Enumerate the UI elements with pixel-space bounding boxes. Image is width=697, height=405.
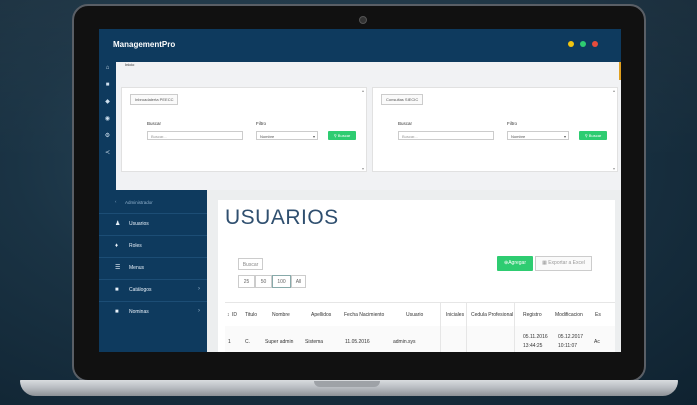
brand-logo: ManagementPro	[113, 40, 176, 49]
sort-icon[interactable]: ↕	[227, 312, 230, 318]
sidebar-item-catalogos[interactable]: ■ Catálogos ›	[99, 279, 207, 301]
cell-apellidos: Sistema	[305, 339, 324, 345]
cell-mod-date: 05.12.2017	[558, 334, 584, 340]
cell-titulo: C.	[245, 339, 250, 345]
sidebar-item-label: Roles	[129, 243, 142, 249]
users-icon: ♟	[115, 221, 121, 227]
col-cedula[interactable]: Cedula Profesional	[471, 312, 513, 318]
users-card: USUARIOS Buscar 25 50 100 All ⊕Agregar ▦…	[218, 200, 615, 352]
sidebar-item-label: Usuarios	[129, 221, 149, 227]
scroll-down-icon[interactable]: ▾	[362, 166, 364, 171]
menu-icon: ☰	[115, 265, 121, 271]
green-dot-icon[interactable]	[580, 41, 586, 47]
sidebar-item-nominas[interactable]: ■ Nominas ›	[99, 301, 207, 323]
upper-panel-area: Inicio Inbroadalerta PEECC Buscar Buscar…	[116, 62, 621, 190]
sidebar-item-usuarios[interactable]: ♟ Usuarios	[99, 213, 207, 235]
table-header: ↕ ID Titulo Nombre Apellidos Fecha Nacim…	[225, 302, 615, 328]
divider	[514, 302, 515, 352]
scroll-accent	[619, 62, 621, 80]
document-icon[interactable]: ■	[104, 82, 111, 89]
page-title: USUARIOS	[225, 206, 339, 229]
cell-estado: Ac	[594, 339, 600, 345]
page-size-100[interactable]: 100	[272, 275, 291, 288]
cell-registro-time: 13:44:25	[523, 343, 543, 349]
page-size-25[interactable]: 25	[238, 275, 255, 288]
book-icon: ■	[115, 309, 119, 315]
filtro-select[interactable]: Nombre ▾	[256, 131, 318, 140]
search-button[interactable]: ⚲ Buscar	[328, 131, 356, 140]
role-icon: ♦	[115, 243, 119, 249]
sidebar-item-roles[interactable]: ♦ Roles	[99, 235, 207, 257]
panel-tag[interactable]: Consultas SIECIC	[381, 94, 424, 105]
gear-icon[interactable]: ⚙	[104, 133, 111, 140]
home-icon[interactable]: ⌂	[104, 65, 111, 72]
export-excel-button[interactable]: ▦ Exportar a Excel	[535, 256, 592, 271]
divider	[466, 302, 467, 352]
sidebar-item-label: Nominas	[129, 309, 149, 315]
col-iniciales[interactable]: Iniciales	[446, 312, 464, 318]
screen: ManagementPro ⌂ ■ ◆ ◉ ⚙ ≺ Inicio Inbroad…	[99, 29, 621, 352]
col-id[interactable]: ID	[232, 312, 237, 318]
cell-nombre: Super admin	[265, 339, 294, 345]
search-button[interactable]: ⚲ Buscar	[579, 131, 607, 140]
scroll-up-icon[interactable]: ▴	[362, 88, 364, 93]
cell-registro-date: 05.11.2016	[523, 334, 548, 340]
folder-icon: ■	[115, 287, 119, 293]
chevron-left-icon: ‹	[115, 199, 117, 204]
add-button[interactable]: ⊕Agregar	[497, 256, 533, 271]
col-nombre[interactable]: Nombre	[272, 312, 290, 318]
col-usuario[interactable]: Usuario	[406, 312, 423, 318]
camera-icon	[359, 16, 367, 24]
panel-tag[interactable]: Inbroadalerta PEECC	[130, 94, 179, 105]
col-titulo[interactable]: Titulo	[245, 312, 257, 318]
main-sidebar: ‹ Administrador ♟ Usuarios ♦ Roles ☰ Men…	[99, 190, 207, 352]
top-header: ManagementPro	[99, 29, 621, 62]
file-icon: ▦	[542, 260, 547, 266]
share-icon[interactable]: ≺	[104, 150, 111, 157]
cell-mod-time: 10:11:07	[558, 343, 578, 349]
globe-icon[interactable]: ◉	[104, 116, 111, 123]
shield-icon[interactable]: ◆	[104, 99, 111, 106]
icon-sidebar: ⌂ ■ ◆ ◉ ⚙ ≺	[99, 62, 116, 190]
search-input[interactable]: Buscar...	[147, 131, 243, 140]
col-registro[interactable]: Registro	[523, 312, 542, 318]
main-content: USUARIOS Buscar 25 50 100 All ⊕Agregar ▦…	[207, 190, 621, 352]
cell-id: 1	[228, 339, 231, 345]
sidebar-item-label: Catálogos	[129, 287, 152, 293]
laptop-notch	[314, 381, 380, 387]
cell-usuario: admin.sys	[393, 339, 416, 345]
search-button[interactable]: Buscar	[238, 258, 263, 270]
search-panel-1: Inbroadalerta PEECC Buscar Buscar... Fil…	[121, 87, 367, 172]
page-size-50[interactable]: 50	[255, 275, 272, 288]
buscar-label: Buscar	[147, 121, 162, 126]
divider	[440, 302, 441, 352]
yellow-dot-icon[interactable]	[568, 41, 574, 47]
sidebar-item-label: Menus	[129, 265, 145, 271]
sidebar-item-menus[interactable]: ☰ Menus	[99, 257, 207, 279]
scroll-down-icon[interactable]: ▾	[613, 166, 615, 171]
breadcrumb[interactable]: Inicio	[125, 62, 134, 67]
col-modificacion[interactable]: Modificacion	[555, 312, 583, 318]
filtro-label: Filtro	[256, 121, 266, 126]
search-panel-2: Consultas SIECIC Buscar Buscar... Filtro…	[372, 87, 618, 172]
red-dot-icon[interactable]	[592, 41, 598, 47]
filtro-select[interactable]: Nombre ▾	[507, 131, 569, 140]
chevron-right-icon: ›	[198, 308, 200, 314]
search-input[interactable]: Buscar...	[398, 131, 494, 140]
scroll-up-icon[interactable]: ▴	[613, 88, 615, 93]
col-apellidos[interactable]: Apellidos	[311, 312, 331, 318]
col-fecha-nacimiento[interactable]: Fecha Nacimiento	[344, 312, 384, 318]
chevron-right-icon: ›	[198, 286, 200, 292]
col-estado[interactable]: Es	[595, 312, 601, 318]
page-size-all[interactable]: All	[291, 275, 306, 288]
chevron-down-icon: ▾	[563, 134, 566, 139]
cell-fecha: 11.05.2016	[345, 339, 370, 345]
table-row[interactable]: 1 C. Super admin Sistema 11.05.2016 admi…	[225, 326, 615, 352]
buscar-label: Buscar	[398, 121, 413, 126]
filtro-label: Filtro	[507, 121, 517, 126]
sidebar-header[interactable]: ‹ Administrador	[99, 197, 207, 209]
chevron-down-icon: ▾	[312, 134, 315, 139]
